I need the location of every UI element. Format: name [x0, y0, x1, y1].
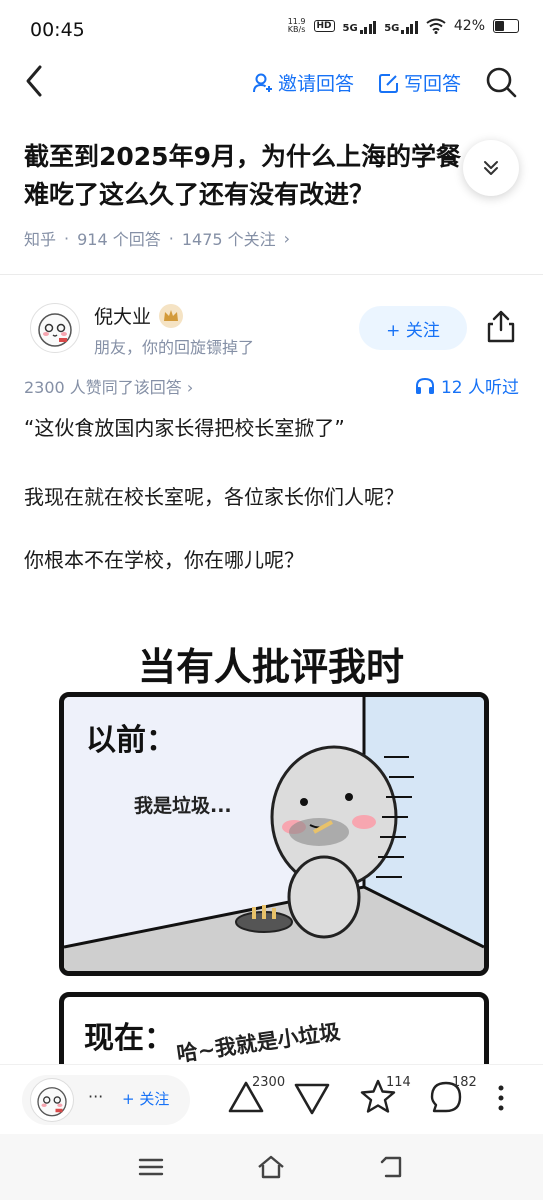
system-nav-bar — [0, 1134, 543, 1200]
comment-count: 182 — [452, 1075, 477, 1090]
invite-answer-button[interactable]: 邀请回答 — [252, 69, 354, 96]
wifi-icon — [426, 18, 446, 34]
edit-icon — [379, 73, 398, 93]
comic-panel-before: 以前： 我是垃圾... — [59, 692, 489, 976]
menu-icon[interactable] — [136, 1152, 166, 1182]
divider — [0, 274, 543, 275]
author-name-truncated: ··· — [88, 1087, 104, 1106]
author-row: 倪大业 朋友，你的回旋镖掉了 + 关注 — [0, 290, 543, 370]
chevron-right-icon: › — [283, 228, 291, 248]
panel-now-label: 现在： — [84, 1021, 174, 1056]
question-title[interactable]: 截至到2025年9月，为什么上海的学餐难吃了这么久了还有没有改进？ — [24, 138, 464, 214]
invite-user-icon — [253, 73, 272, 92]
downvote-icon[interactable] — [292, 1077, 332, 1117]
comic-image[interactable]: 当有人批评我时 以前： 我是垃圾... 现在： 哈~我就是小垃圾 — [55, 620, 489, 1122]
write-answer-button[interactable]: 写回答 — [378, 69, 461, 96]
author-name-group[interactable]: 倪大业 — [94, 302, 184, 329]
chevron-right-icon: › — [186, 378, 194, 397]
write-answer-label: 写回答 — [404, 73, 462, 95]
answer-count: 914 个回答 — [77, 230, 161, 249]
star-count: 114 — [386, 1075, 411, 1090]
back-nav-icon[interactable] — [378, 1152, 408, 1182]
bottom-action-bar: ··· + 关注 2300 114 182 — [0, 1064, 543, 1135]
answer-paragraph-2: 我现在就在校长室呢，各位家长你们人呢？ — [24, 485, 404, 509]
collapse-button[interactable] — [463, 140, 519, 196]
net-speed: 11.9 KB/s — [287, 17, 306, 34]
comic-title: 当有人批评我时 — [137, 645, 404, 689]
status-icons: 11.9 KB/s HD 5G 5G 42% — [288, 18, 519, 34]
question-meta[interactable]: 知乎 · 914 个回答 · 1475 个关注 › — [24, 226, 290, 250]
avatar[interactable] — [30, 1078, 74, 1122]
author-name: 倪大业 — [94, 306, 152, 328]
avatar[interactable] — [30, 303, 80, 353]
answer-paragraph-1: “这伙食放国内家长得把校长室掀了” — [24, 416, 345, 440]
source-label: 知乎 — [24, 230, 57, 249]
crown-badge-icon — [159, 303, 184, 328]
invite-answer-label: 邀请回答 — [278, 73, 355, 95]
bottom-follow-button[interactable]: + 关注 — [122, 1088, 169, 1109]
panel-now-speech: 哈~我就是小垃圾 — [175, 1019, 342, 1067]
home-icon[interactable] — [256, 1152, 286, 1182]
avatar-image — [37, 1087, 67, 1117]
back-arrow-icon[interactable] — [20, 63, 50, 99]
avatar-image — [38, 313, 72, 347]
hd-icon: HD — [313, 20, 335, 32]
agree-count[interactable]: 2300 人赞同了该回答 › — [24, 374, 193, 398]
share-icon[interactable] — [484, 308, 518, 344]
headphones-icon — [415, 377, 434, 394]
status-bar: 00:45 11.9 KB/s HD 5G 5G 42% — [0, 0, 543, 60]
follow-button[interactable]: + 关注 — [359, 306, 467, 350]
upvote-count: 2300 — [252, 1075, 286, 1090]
double-chevron-down-icon — [484, 161, 498, 175]
panel-before-speech: 我是垃圾... — [134, 795, 232, 817]
battery-percent: 42% — [453, 18, 485, 34]
more-vertical-icon[interactable] — [496, 1083, 506, 1113]
signal-5g-icon-2: 5G — [384, 18, 418, 34]
signal-5g-icon: 5G — [343, 18, 377, 34]
author-bio: 朋友，你的回旋镖掉了 — [94, 338, 255, 357]
battery-icon — [493, 19, 519, 33]
top-bar: 邀请回答 写回答 — [0, 55, 543, 110]
follower-count: 1475 个关注 — [181, 230, 276, 249]
panel-before-label: 以前： — [86, 723, 176, 758]
status-time: 00:45 — [30, 19, 85, 41]
bottom-author-chip[interactable]: ··· + 关注 — [22, 1075, 190, 1125]
search-icon[interactable] — [484, 65, 518, 99]
answer-paragraph-3: 你根本不在学校，你在哪儿呢？ — [24, 548, 304, 572]
listen-count[interactable]: 12 人听过 — [415, 373, 519, 398]
